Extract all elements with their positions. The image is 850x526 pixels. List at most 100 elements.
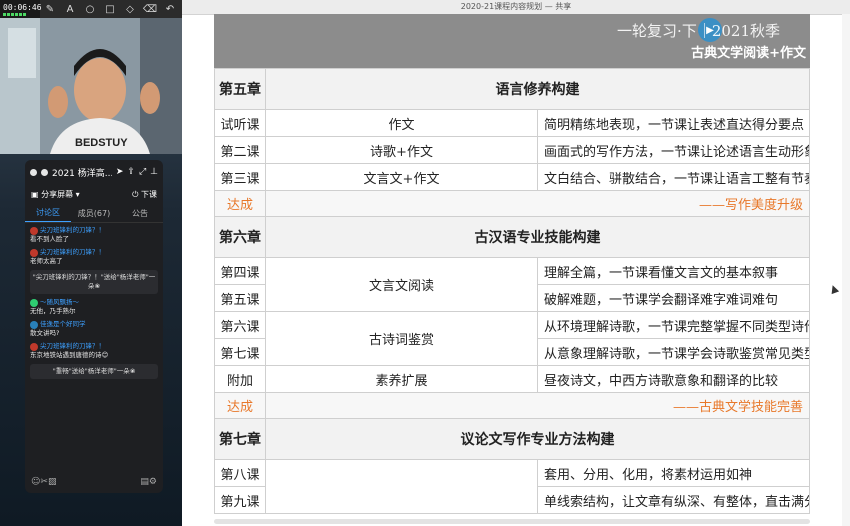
timer-text: 00:06:46 <box>3 2 42 12</box>
chapter-title: 语言修养构建 <box>265 68 810 110</box>
audio-level-bars <box>3 12 40 16</box>
message-username: 尖刀班锋利的刀锋？！ <box>40 248 105 256</box>
chapter-header-row: 第七章 议论文写作专业方法构建 <box>214 418 810 460</box>
chat-panel: 2021 杨洋高... ➤ ⇪ ⤢ ⊥ ▣ 分享屏幕 ▾ ⏻ 下课 讨论区 成员… <box>25 160 163 493</box>
message-user: 尖刀班锋利的刀锋？！ <box>30 226 158 235</box>
list-item: ～随风飘扬～ 无他，乃手熟尔 <box>30 298 158 316</box>
message-user: 尖刀班锋利的刀锋？！ <box>30 248 158 257</box>
room-title: 2021 杨洋高... <box>52 168 112 179</box>
lesson-cell: 第四课 <box>214 257 266 285</box>
module-cell: 古诗词鉴赏 <box>265 311 538 366</box>
avatar <box>30 226 38 235</box>
webcam-feed: BEDSTUY <box>0 18 182 154</box>
end-class-label: 下课 <box>141 189 157 199</box>
share-screen-button[interactable]: ▣ 分享屏幕 ▾ <box>31 189 80 200</box>
achievement-row: 达成 ——古典文学技能完善 <box>214 392 810 419</box>
chat-actions: ▣ 分享屏幕 ▾ ⏻ 下课 <box>25 184 163 204</box>
chapter-label: 第五章 <box>214 68 266 110</box>
chapter-label: 第七章 <box>214 418 266 460</box>
list-item: 尖刀班锋利的刀锋？！ 东京地铁站遇到唐德的诗😊 <box>30 342 158 360</box>
message-text: 东京地铁站遇到唐德的诗😊 <box>30 351 109 359</box>
message-user: 尖刀班锋利的刀锋？！ <box>30 342 158 351</box>
text-icon[interactable]: A <box>60 0 80 18</box>
document-page: ▶ 一轮复习·下｜2021秋季 古典文学阅读+作文 第五章 语言修养构建 试听课… <box>214 14 810 526</box>
done-text: ——写作美度升级 <box>265 190 810 217</box>
webcam-image: BEDSTUY <box>0 18 182 154</box>
share-out-icon[interactable]: ⇪ <box>127 167 135 177</box>
table-row: 第二课 诗歌+作文 画面式的写作方法，一节课让论述语言生动形象 <box>214 136 810 164</box>
table-row: 第八课 套用、分用、化用，将素材运用如神 <box>214 459 810 514</box>
table-row: 第三课 文言文+作文 文白结合、骈散结合，一节课让语言工整有节奏美 <box>214 163 810 191</box>
avatar <box>30 248 38 257</box>
module-cell: 文言文+作文 <box>265 163 538 191</box>
undo-icon[interactable]: ↶ <box>160 0 180 18</box>
expand-icon[interactable]: ⤢ <box>139 167 146 177</box>
list-item: 尖刀班锋利的刀锋？！ 看不到人脸了 <box>30 226 158 244</box>
done-label: 达成 <box>214 392 266 419</box>
chapter-header-row: 第六章 古汉语专业技能构建 <box>214 216 810 258</box>
desc-cell: 理解全篇，一节课看懂文言文的基本叙事 <box>537 257 810 285</box>
square-icon[interactable]: □ <box>100 0 120 18</box>
scissors-icon[interactable]: ✂ <box>40 477 48 487</box>
share-screen-label: 分享屏幕 <box>41 189 74 199</box>
lesson-cell: 第九课 <box>214 486 266 514</box>
achievement-row: 达成 ——写作美度升级 <box>214 190 810 217</box>
document-title-bar: 2020-21课程内容规划 — 共享 <box>182 0 850 15</box>
eraser-icon[interactable]: ◇ <box>120 0 140 18</box>
image-icon[interactable]: ▨ <box>48 477 57 487</box>
end-class-button[interactable]: ⏻ 下课 <box>132 189 157 200</box>
course-table: 第五章 语言修养构建 试听课 作文 简明精练地表现，一节课让表述直达得分要点 第… <box>214 68 810 514</box>
tab-discussion[interactable]: 讨论区 <box>25 204 71 222</box>
settings-icon[interactable]: ⚙ <box>149 477 157 487</box>
table-row: 第四课 文言文阅读 理解全篇，一节课看懂文言文的基本叙事 <box>214 257 810 312</box>
window-dot-icon[interactable] <box>30 168 37 176</box>
avatar <box>30 320 38 329</box>
svg-text:BEDSTUY: BEDSTUY <box>75 137 128 149</box>
chat-tabs: 讨论区 成员(67) 公告 <box>25 204 163 223</box>
desc-cell: 画面式的写作方法，一节课让论述语言生动形象 <box>537 136 810 164</box>
table-row: 第六课 古诗词鉴赏 从环境理解诗歌，一节课完整掌握不同类型诗作的情感主题 <box>214 311 810 366</box>
message-user: 佳逸是个好同学 <box>30 320 158 329</box>
horizontal-scrollbar[interactable] <box>214 519 810 524</box>
lesson-cell: 第八课 <box>214 459 266 487</box>
desc-cell: 套用、分用、化用，将素材运用如神 <box>537 459 810 487</box>
send-icon[interactable]: ➤ <box>116 167 124 177</box>
desc-cell: 从意象理解诗歌，一节课学会诗歌鉴赏常见类型题 <box>537 338 810 366</box>
pin-icon[interactable]: ⊥ <box>150 167 158 177</box>
module-cell: 作文 <box>265 109 538 137</box>
module-cell <box>265 459 538 514</box>
lesson-cell: 试听课 <box>214 109 266 137</box>
message-user: ～随风飘扬～ <box>30 298 158 307</box>
desc-cell: 简明精练地表现，一节课让表述直达得分要点 <box>537 109 810 137</box>
mouse-cursor-icon <box>828 283 840 295</box>
chapter-title: 议论文写作专业方法构建 <box>265 418 810 460</box>
message-username: 尖刀班锋利的刀锋？！ <box>40 226 105 234</box>
lesson-cell: 第二课 <box>214 136 266 164</box>
message-text: 看不到人脸了 <box>30 235 69 243</box>
done-text: ——古典文学技能完善 <box>265 392 810 419</box>
chat-header: 2021 杨洋高... ➤ ⇪ ⤢ ⊥ <box>25 160 163 184</box>
list-item: 尖刀班锋利的刀锋？！ 老师太高了 <box>30 248 158 266</box>
gift-notice: "重畅"送给"杨洋老师"一朵❀ <box>30 364 158 379</box>
lesson-cell: 第七课 <box>214 338 266 366</box>
trash-icon[interactable]: ⌫ <box>140 0 160 18</box>
tab-members[interactable]: 成员(67) <box>71 208 117 219</box>
pen-icon[interactable]: ✎ <box>40 0 60 18</box>
tab-announcement[interactable]: 公告 <box>117 208 163 219</box>
banner-line1: 一轮复习·下｜2021秋季 <box>617 22 780 40</box>
chat-footer: ☺ ✂ ▨ ▤ ⚙ <box>25 471 163 493</box>
window-dot-icon[interactable] <box>41 168 48 176</box>
recording-timer: 00:06:46 <box>0 0 42 18</box>
table-row: 附加 素养扩展 昼夜诗文，中西方诗歌意象和翻译的比较 <box>214 365 810 393</box>
desc-cell: 从环境理解诗歌，一节课完整掌握不同类型诗作的情感主题 <box>537 311 810 339</box>
chapter-header-row: 第五章 语言修养构建 <box>214 68 810 110</box>
comment-icon[interactable]: ▤ <box>140 477 149 487</box>
avatar <box>30 298 38 307</box>
circle-icon[interactable]: ○ <box>80 0 100 18</box>
desc-cell: 文白结合、骈散结合，一节课让语言工整有节奏美 <box>537 163 810 191</box>
emoji-icon[interactable]: ☺ <box>31 477 40 487</box>
chapter-label: 第六章 <box>214 216 266 258</box>
message-username: 佳逸是个好同学 <box>40 320 86 328</box>
module-cell: 文言文阅读 <box>265 257 538 312</box>
vertical-scrollbar[interactable] <box>842 14 850 526</box>
